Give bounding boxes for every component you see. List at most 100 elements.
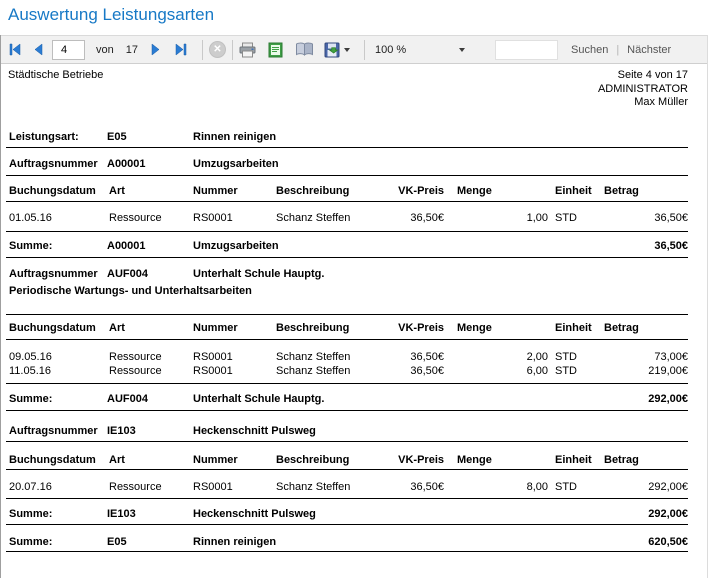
auftrag-desc: Umzugsarbeiten [193,158,568,171]
table-header: Buchungsdatum Art Nummer Beschreibung VK… [7,322,688,335]
print-icon [239,42,256,58]
col-nummer: Nummer [191,185,274,198]
first-page-icon [8,43,22,56]
total-code: E05 [107,536,193,549]
current-page-input[interactable] [52,40,85,60]
table-header: Buchungsdatum Art Nummer Beschreibung VK… [7,454,688,467]
auftrag-code: A00001 [107,158,193,171]
summe-desc: Heckenschnitt Pulsweg [193,508,568,521]
summe-label: Summe: [7,508,107,521]
rule [6,314,688,315]
rule [6,410,688,411]
leistungsart-code: E05 [107,131,193,144]
total-label: Summe: [7,536,107,549]
summe-row: Summe: A00001 Umzugsarbeiten 36,50€ [7,240,688,253]
rule [6,257,688,258]
summe-code: IE103 [107,508,193,521]
report-viewer-pane: von 17 ✕ 100 % [0,35,708,578]
rule [6,441,688,442]
export-button[interactable] [324,39,341,61]
col-menge: Menge [444,185,548,198]
cancel-icon: ✕ [209,41,226,58]
total-row: Summe: E05 Rinnen reinigen 620,50€ [7,536,688,549]
previous-page-button[interactable] [33,39,43,61]
rule [6,201,688,202]
report-page-header: Seite 4 von 17 ADMINISTRATOR Max Müller [598,69,688,110]
page-title: Auswertung Leistungsarten [8,5,214,25]
page-total-label: 17 [126,44,138,56]
table-row: 01.05.16 Ressource RS0001 Schanz Steffen… [7,212,688,225]
dropdown-caret-icon [459,48,465,52]
leistungsart-row: Leistungsart: E05 Rinnen reinigen [7,131,688,144]
table-row: 11.05.16 Ressource RS0001 Schanz Steffen… [7,365,688,378]
print-layout-button[interactable] [268,39,283,61]
report-toolbar: von 17 ✕ 100 % [1,35,707,64]
search-input[interactable] [495,40,558,60]
page-setup-button[interactable] [295,39,314,61]
summe-code: A00001 [107,240,193,253]
summe-row: Summe: IE103 Heckenschnitt Pulsweg 292,0… [7,508,688,521]
total-desc: Rinnen reinigen [193,536,568,549]
toolbar-separator [232,40,233,60]
company-name: Städtische Betriebe [8,69,103,81]
auftrag-label: Auftragsnummer [7,425,107,438]
auftrag-row: Auftragsnummer A00001 Umzugsarbeiten [7,158,688,171]
summe-row: Summe: AUF004 Unterhalt Schule Hauptg. 2… [7,393,688,406]
table-row: 20.07.16 Ressource RS0001 Schanz Steffen… [7,481,688,494]
last-page-icon [174,43,188,56]
rule [6,469,688,470]
auftrag-label: Auftragsnummer [7,268,107,281]
page-setup-icon [295,42,314,57]
search-button[interactable]: Suchen [567,39,612,61]
print-layout-icon [268,42,283,58]
zoom-value: 100 % [375,44,406,56]
summe-desc: Umzugsarbeiten [193,240,568,253]
rule [6,551,688,552]
export-dropdown-button[interactable] [344,39,350,61]
summe-label: Summe: [7,240,107,253]
next-page-button[interactable] [151,39,161,61]
summe-betrag: 292,00€ [568,393,688,406]
auftrag-code: IE103 [107,425,193,438]
cancel-rendering-button: ✕ [209,39,226,61]
rule [6,383,688,384]
summe-betrag: 292,00€ [568,508,688,521]
col-betrag: Betrag [598,185,688,198]
auftrag-code: AUF004 [107,268,193,281]
leistungsart-label: Leistungsart: [7,131,107,144]
previous-page-icon [33,43,43,56]
toolbar-separator [202,40,203,60]
col-beschreibung: Beschreibung [274,185,380,198]
col-art: Art [107,185,191,198]
leistungsart-desc: Rinnen reinigen [193,131,568,144]
page-info: Seite 4 von 17 [598,69,688,83]
summe-desc: Unterhalt Schule Hauptg. [193,393,568,406]
auftrag-desc2: Periodische Wartungs- und Unterhaltsarbe… [9,285,252,298]
rule [6,147,688,148]
total-betrag: 620,50€ [568,536,688,549]
auftrag-row: Auftragsnummer IE103 Heckenschnitt Pulsw… [7,425,688,438]
toolbar-separator: | [616,44,619,56]
user-role: ADMINISTRATOR [598,83,688,97]
find-next-button[interactable]: Nächster [623,39,675,61]
next-page-icon [151,43,161,56]
toolbar-separator [364,40,365,60]
summe-betrag: 36,50€ [568,240,688,253]
auftrag-row: Auftragsnummer AUF004 Unterhalt Schule H… [7,268,688,281]
table-header: Buchungsdatum Art Nummer Beschreibung VK… [7,185,688,198]
print-button[interactable] [239,39,256,61]
table-row: 09.05.16 Ressource RS0001 Schanz Steffen… [7,351,688,364]
rule [6,524,688,525]
page-of-label: von [96,44,114,56]
user-name: Max Müller [598,96,688,110]
rule [6,175,688,176]
last-page-button[interactable] [174,39,188,61]
dropdown-caret-icon [344,48,350,52]
report-page: Städtische Betriebe Seite 4 von 17 ADMIN… [1,64,707,578]
first-page-button[interactable] [8,39,22,61]
rule [6,231,688,232]
col-einheit: Einheit [548,185,598,198]
zoom-select[interactable]: 100 % [371,39,471,60]
rule [6,339,688,340]
summe-code: AUF004 [107,393,193,406]
